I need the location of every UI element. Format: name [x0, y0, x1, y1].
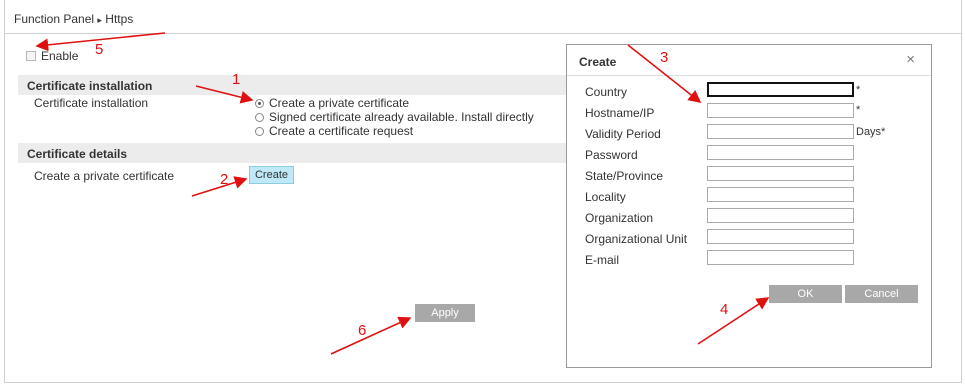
annotation-6: 6 [358, 322, 367, 339]
annotation-arrows [35, 32, 770, 355]
annotation-4: 4 [720, 301, 729, 318]
annotation-2: 2 [220, 171, 229, 188]
arrow-6 [330, 316, 412, 355]
annotation-3: 3 [660, 49, 669, 66]
annotation-1: 1 [232, 71, 241, 88]
arrow-1 [195, 85, 254, 104]
arrow-2 [191, 176, 248, 197]
arrow-4 [697, 297, 770, 345]
annotation-5: 5 [95, 41, 104, 58]
